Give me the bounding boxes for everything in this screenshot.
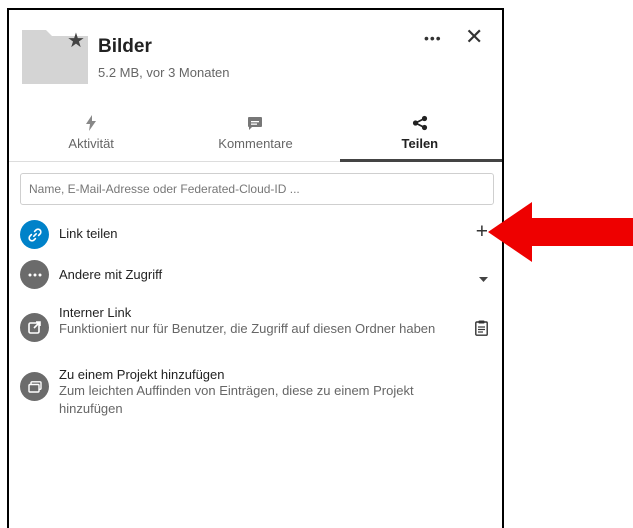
comment-icon bbox=[248, 116, 263, 130]
activity-icon bbox=[86, 115, 97, 131]
share-link-row[interactable]: Link teilen + bbox=[20, 220, 494, 250]
sidebar-header: ★ Bilder 5.2 MB, vor 3 Monaten ••• ✕ bbox=[9, 10, 502, 105]
tab-activity-label: Aktivität bbox=[68, 136, 114, 151]
others-with-access-label: Andere mit Zugriff bbox=[59, 267, 163, 282]
internal-link-title: Interner Link bbox=[59, 305, 132, 320]
add-to-project-title: Zu einem Projekt hinzufügen bbox=[59, 367, 225, 382]
share-icon bbox=[412, 115, 427, 131]
sharing-sidebar: ★ Bilder 5.2 MB, vor 3 Monaten ••• ✕ Akt… bbox=[7, 8, 504, 528]
more-avatar-icon bbox=[20, 260, 49, 289]
share-search-input[interactable] bbox=[20, 173, 494, 205]
external-link-avatar-icon bbox=[20, 313, 49, 342]
caret-down-icon[interactable] bbox=[479, 270, 488, 288]
link-avatar-icon bbox=[20, 220, 49, 249]
active-tab-indicator bbox=[340, 159, 502, 162]
clipboard-copy-icon[interactable] bbox=[475, 320, 488, 341]
tab-comments[interactable]: Kommentare bbox=[173, 113, 337, 161]
others-with-access-row[interactable]: Andere mit Zugriff bbox=[20, 260, 494, 290]
tab-comments-label: Kommentare bbox=[218, 136, 293, 151]
internal-link-row: Interner Link Funktioniert nur für Benut… bbox=[20, 305, 494, 355]
tab-activity[interactable]: Aktivität bbox=[9, 113, 173, 161]
internal-link-description: Funktioniert nur für Benutzer, die Zugri… bbox=[59, 321, 436, 336]
sidebar-tabs: Aktivität Kommentare Teilen bbox=[9, 113, 502, 161]
file-title: Bilder bbox=[98, 36, 152, 57]
project-avatar-icon bbox=[20, 372, 49, 401]
more-actions-button[interactable]: ••• bbox=[424, 30, 442, 46]
tab-share[interactable]: Teilen bbox=[338, 113, 502, 161]
add-to-project-description: Zum leichten Auffinden von Einträgen, di… bbox=[59, 383, 414, 416]
close-button[interactable]: ✕ bbox=[465, 24, 483, 50]
add-share-link-button[interactable]: + bbox=[476, 220, 488, 244]
red-arrow-annotation bbox=[488, 202, 633, 262]
favorite-star-icon[interactable]: ★ bbox=[67, 28, 85, 53]
share-link-label: Link teilen bbox=[59, 226, 118, 241]
tab-share-label: Teilen bbox=[401, 136, 439, 151]
file-meta: 5.2 MB, vor 3 Monaten bbox=[98, 65, 230, 80]
add-to-project-row[interactable]: Zu einem Projekt hinzufügen Zum leichten… bbox=[20, 367, 494, 427]
